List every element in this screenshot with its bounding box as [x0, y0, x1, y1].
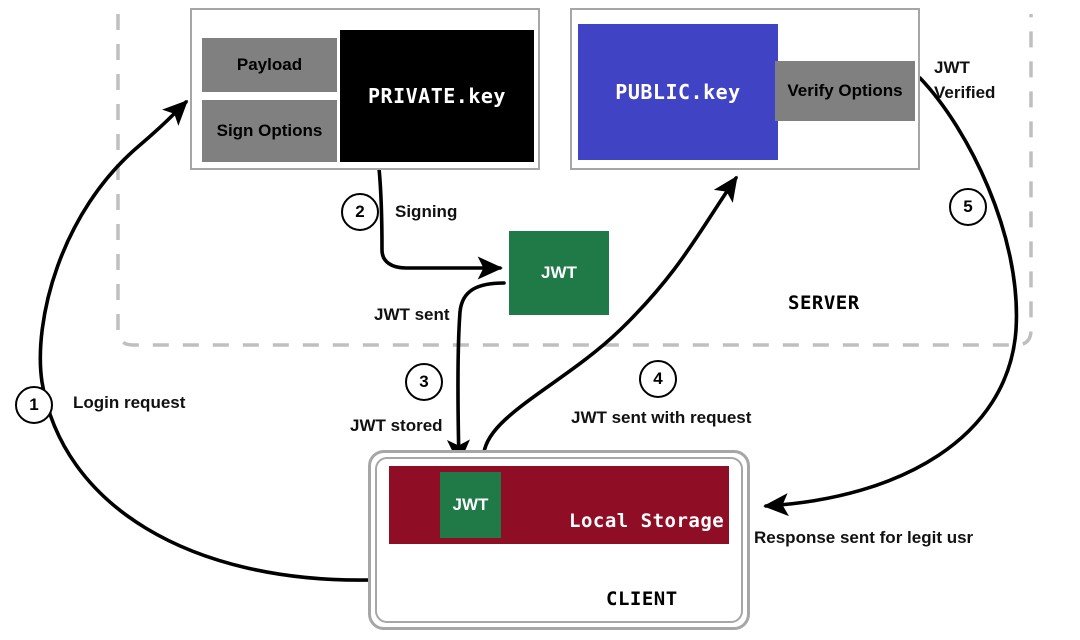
- step-badge-3: 3: [405, 363, 443, 401]
- server-label: SERVER: [788, 292, 860, 314]
- verify-options-chip: Verify Options: [775, 61, 915, 121]
- label-response-sent: Response sent for legit usr: [754, 528, 974, 547]
- label-jwt-verified-line2: Verified: [934, 83, 996, 102]
- label-jwt-sent-with-request: JWT sent with request: [571, 408, 752, 427]
- sign-options-chip: Sign Options: [202, 100, 337, 162]
- step-badge-1: 1: [15, 386, 53, 424]
- local-storage-label: Local Storage: [569, 510, 725, 532]
- label-jwt-sent: JWT sent: [374, 305, 450, 324]
- arrow-login-request: [38, 99, 372, 582]
- private-key-label: PRIVATE.key: [368, 84, 506, 108]
- step-badge-5: 5: [949, 188, 987, 226]
- label-login-request: Login request: [73, 393, 186, 412]
- client-jwt-label: JWT: [452, 495, 489, 514]
- label-jwt-stored: JWT stored: [350, 416, 443, 435]
- payload-chip: Payload: [202, 38, 337, 92]
- arrow-jwt-stored: [446, 281, 506, 465]
- label-signing: Signing: [395, 202, 458, 221]
- payload-label: Payload: [236, 55, 303, 75]
- step-badge-4: 4: [639, 360, 677, 398]
- client-label: CLIENT: [606, 588, 678, 610]
- diagram-canvas: Payload Sign Options PRIVATE.key PUBLIC.…: [0, 0, 1080, 640]
- verify-options-label: Verify Options: [787, 81, 903, 101]
- verification-box: PUBLIC.key Verify Options: [570, 8, 920, 170]
- server-jwt-label: JWT: [541, 263, 577, 282]
- public-key-box: PUBLIC.key: [578, 24, 778, 160]
- client-jwt-token: JWT: [440, 472, 501, 538]
- local-storage-box: JWT Local Storage: [389, 466, 729, 544]
- private-key-box: PRIVATE.key: [340, 30, 534, 162]
- sign-options-label: Sign Options: [216, 121, 323, 141]
- step-badge-2: 2: [341, 193, 379, 231]
- public-key-label: PUBLIC.key: [615, 80, 741, 104]
- client-box: JWT Local Storage CLIENT: [368, 450, 750, 630]
- server-jwt-token: JWT: [509, 231, 609, 315]
- label-jwt-verified-line1: JWT: [934, 58, 970, 77]
- signing-box: Payload Sign Options PRIVATE.key: [190, 8, 540, 170]
